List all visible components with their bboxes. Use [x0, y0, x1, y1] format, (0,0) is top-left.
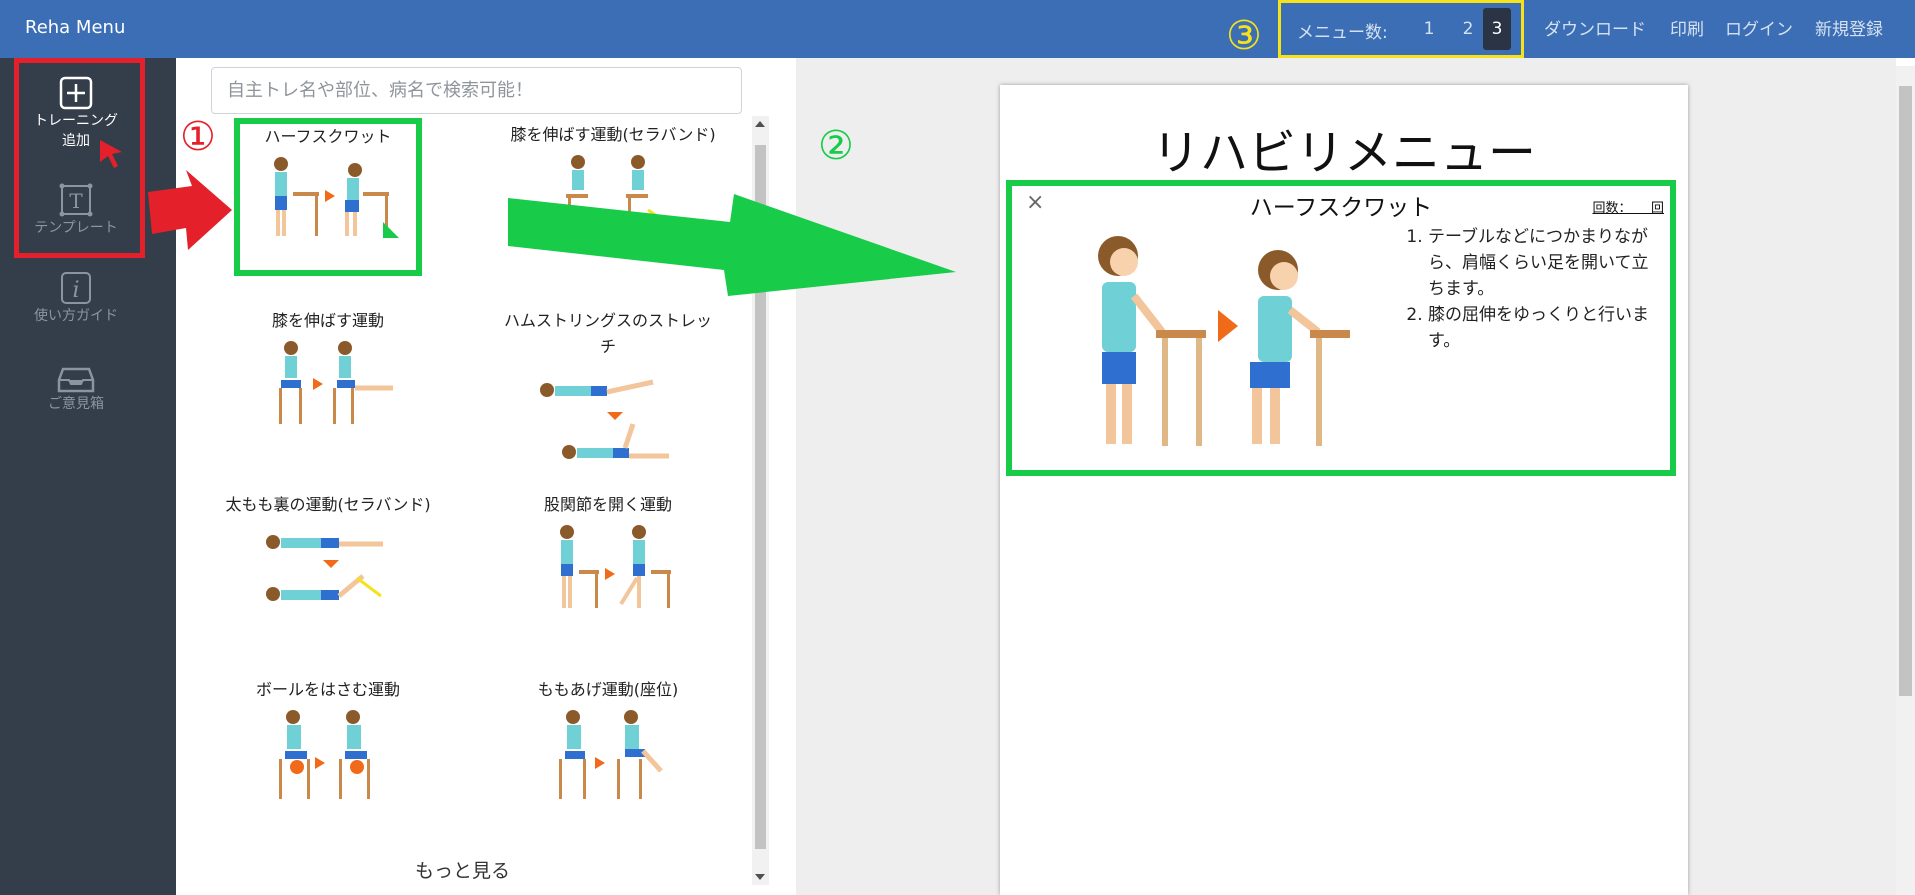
exercise-title: 膝を伸ばす運動(セラバンド)	[510, 125, 716, 144]
menu-count-label: メニュー数:	[1297, 23, 1388, 43]
top-navbar: Reha Menu メニュー数: 1 2 3 ダウンロード 印刷 ログイン 新規…	[0, 0, 1915, 58]
exercise-title: 太もも裏の運動(セラバンド)	[225, 495, 431, 514]
register-link[interactable]: 新規登録	[1815, 15, 1883, 40]
annotation-marker-2: ②	[818, 123, 854, 169]
entry-illustration	[1098, 236, 1350, 446]
exercise-title: ももあげ運動(座位)	[537, 680, 679, 699]
exercise-illustration	[279, 341, 393, 424]
download-link[interactable]: ダウンロード	[1544, 15, 1646, 40]
brand-logo[interactable]: Reha Menu	[25, 17, 125, 38]
menu-count-selector: メニュー数: 1 2 3	[1278, 0, 1524, 58]
sidebar-item-label: ご意見箱	[48, 396, 104, 412]
green-arrow-annotation	[508, 194, 956, 296]
exercise-card-hamstring-stretch[interactable]: ハムストリングスのストレッチ	[498, 308, 718, 472]
reps-field[interactable]: 回数： 回	[1592, 197, 1664, 216]
entry-title[interactable]: ハーフスクワット	[1012, 188, 1670, 222]
exercise-title: ハーフスクワット	[264, 127, 392, 146]
menu-entry: × ハーフスクワット 回数： 回 テーブルなどにつかまりながら、肩幅くらい足を開…	[1006, 180, 1676, 476]
exercise-title: ハムストリングスのストレッチ	[503, 311, 712, 356]
scroll-down-icon[interactable]	[755, 874, 765, 880]
exercise-title: 膝を伸ばす運動	[271, 311, 384, 330]
sidebar-item-label: 使い方ガイド	[34, 308, 118, 324]
menu-count-2-button[interactable]: 2	[1454, 8, 1482, 50]
preview-scrollbar[interactable]	[1896, 66, 1915, 895]
exercise-card-ball-squeeze[interactable]: ボールをはさむ運動	[218, 677, 438, 805]
page-title[interactable]: リハビリメニュー	[1000, 113, 1688, 183]
sidebar-item-feedback[interactable]: ご意見箱	[0, 366, 152, 414]
menu-count-3-button[interactable]: 3	[1483, 8, 1511, 50]
sidebar-item-guide[interactable]: i 使い方ガイド	[0, 270, 152, 326]
info-icon: i	[61, 272, 91, 304]
scroll-up-icon[interactable]	[755, 121, 765, 127]
inbox-icon	[57, 367, 95, 393]
exercise-card-half-squat[interactable]: ハーフスクワット	[234, 118, 422, 276]
exercise-card-knee-raise-seated[interactable]: ももあげ運動(座位)	[498, 677, 718, 805]
search-input[interactable]	[211, 67, 742, 114]
menu-page: リハビリメニュー × ハーフスクワット 回数： 回 テーブル	[1000, 85, 1688, 895]
exercise-illustration	[559, 710, 663, 799]
entry-step[interactable]: 膝の屈伸をゆっくりと行います。	[1428, 302, 1662, 354]
exercise-card-hip-open[interactable]: 股関節を開く運動	[498, 492, 718, 616]
menu-count-1-button[interactable]: 1	[1415, 8, 1443, 50]
svg-text:i: i	[72, 278, 79, 303]
annotation-marker-3: ③	[1226, 13, 1262, 59]
entry-steps: テーブルなどにつかまりながら、肩幅くらい足を開いて立ちます。 膝の屈伸をゆっくり…	[1400, 224, 1662, 354]
app-root: Reha Menu メニュー数: 1 2 3 ダウンロード 印刷 ログイン 新規…	[0, 0, 1915, 895]
entry-step[interactable]: テーブルなどにつかまりながら、肩幅くらい足を開いて立ちます。	[1428, 224, 1662, 302]
exercise-illustration	[266, 535, 383, 601]
exercise-illustration	[540, 379, 669, 459]
exercise-title: ボールをはさむ運動	[255, 680, 400, 699]
scrollbar-thumb[interactable]	[1899, 86, 1912, 696]
exercise-illustration	[279, 710, 370, 799]
exercise-illustration	[560, 525, 671, 608]
print-link[interactable]: 印刷	[1670, 15, 1704, 40]
red-arrow-annotation	[148, 170, 232, 250]
login-link[interactable]: ログイン	[1725, 15, 1793, 40]
exercise-title: 股関節を開く運動	[543, 495, 672, 514]
more-button[interactable]: もっと見る	[415, 856, 510, 883]
annotation-marker-1: ①	[180, 114, 216, 160]
exercise-card-knee-extension[interactable]: 膝を伸ばす運動	[218, 308, 438, 432]
annotation-box-sidebar	[14, 58, 145, 258]
exercise-card-thigh-back-band[interactable]: 太もも裏の運動(セラバンド)	[218, 492, 438, 616]
exercise-illustration	[274, 157, 399, 238]
